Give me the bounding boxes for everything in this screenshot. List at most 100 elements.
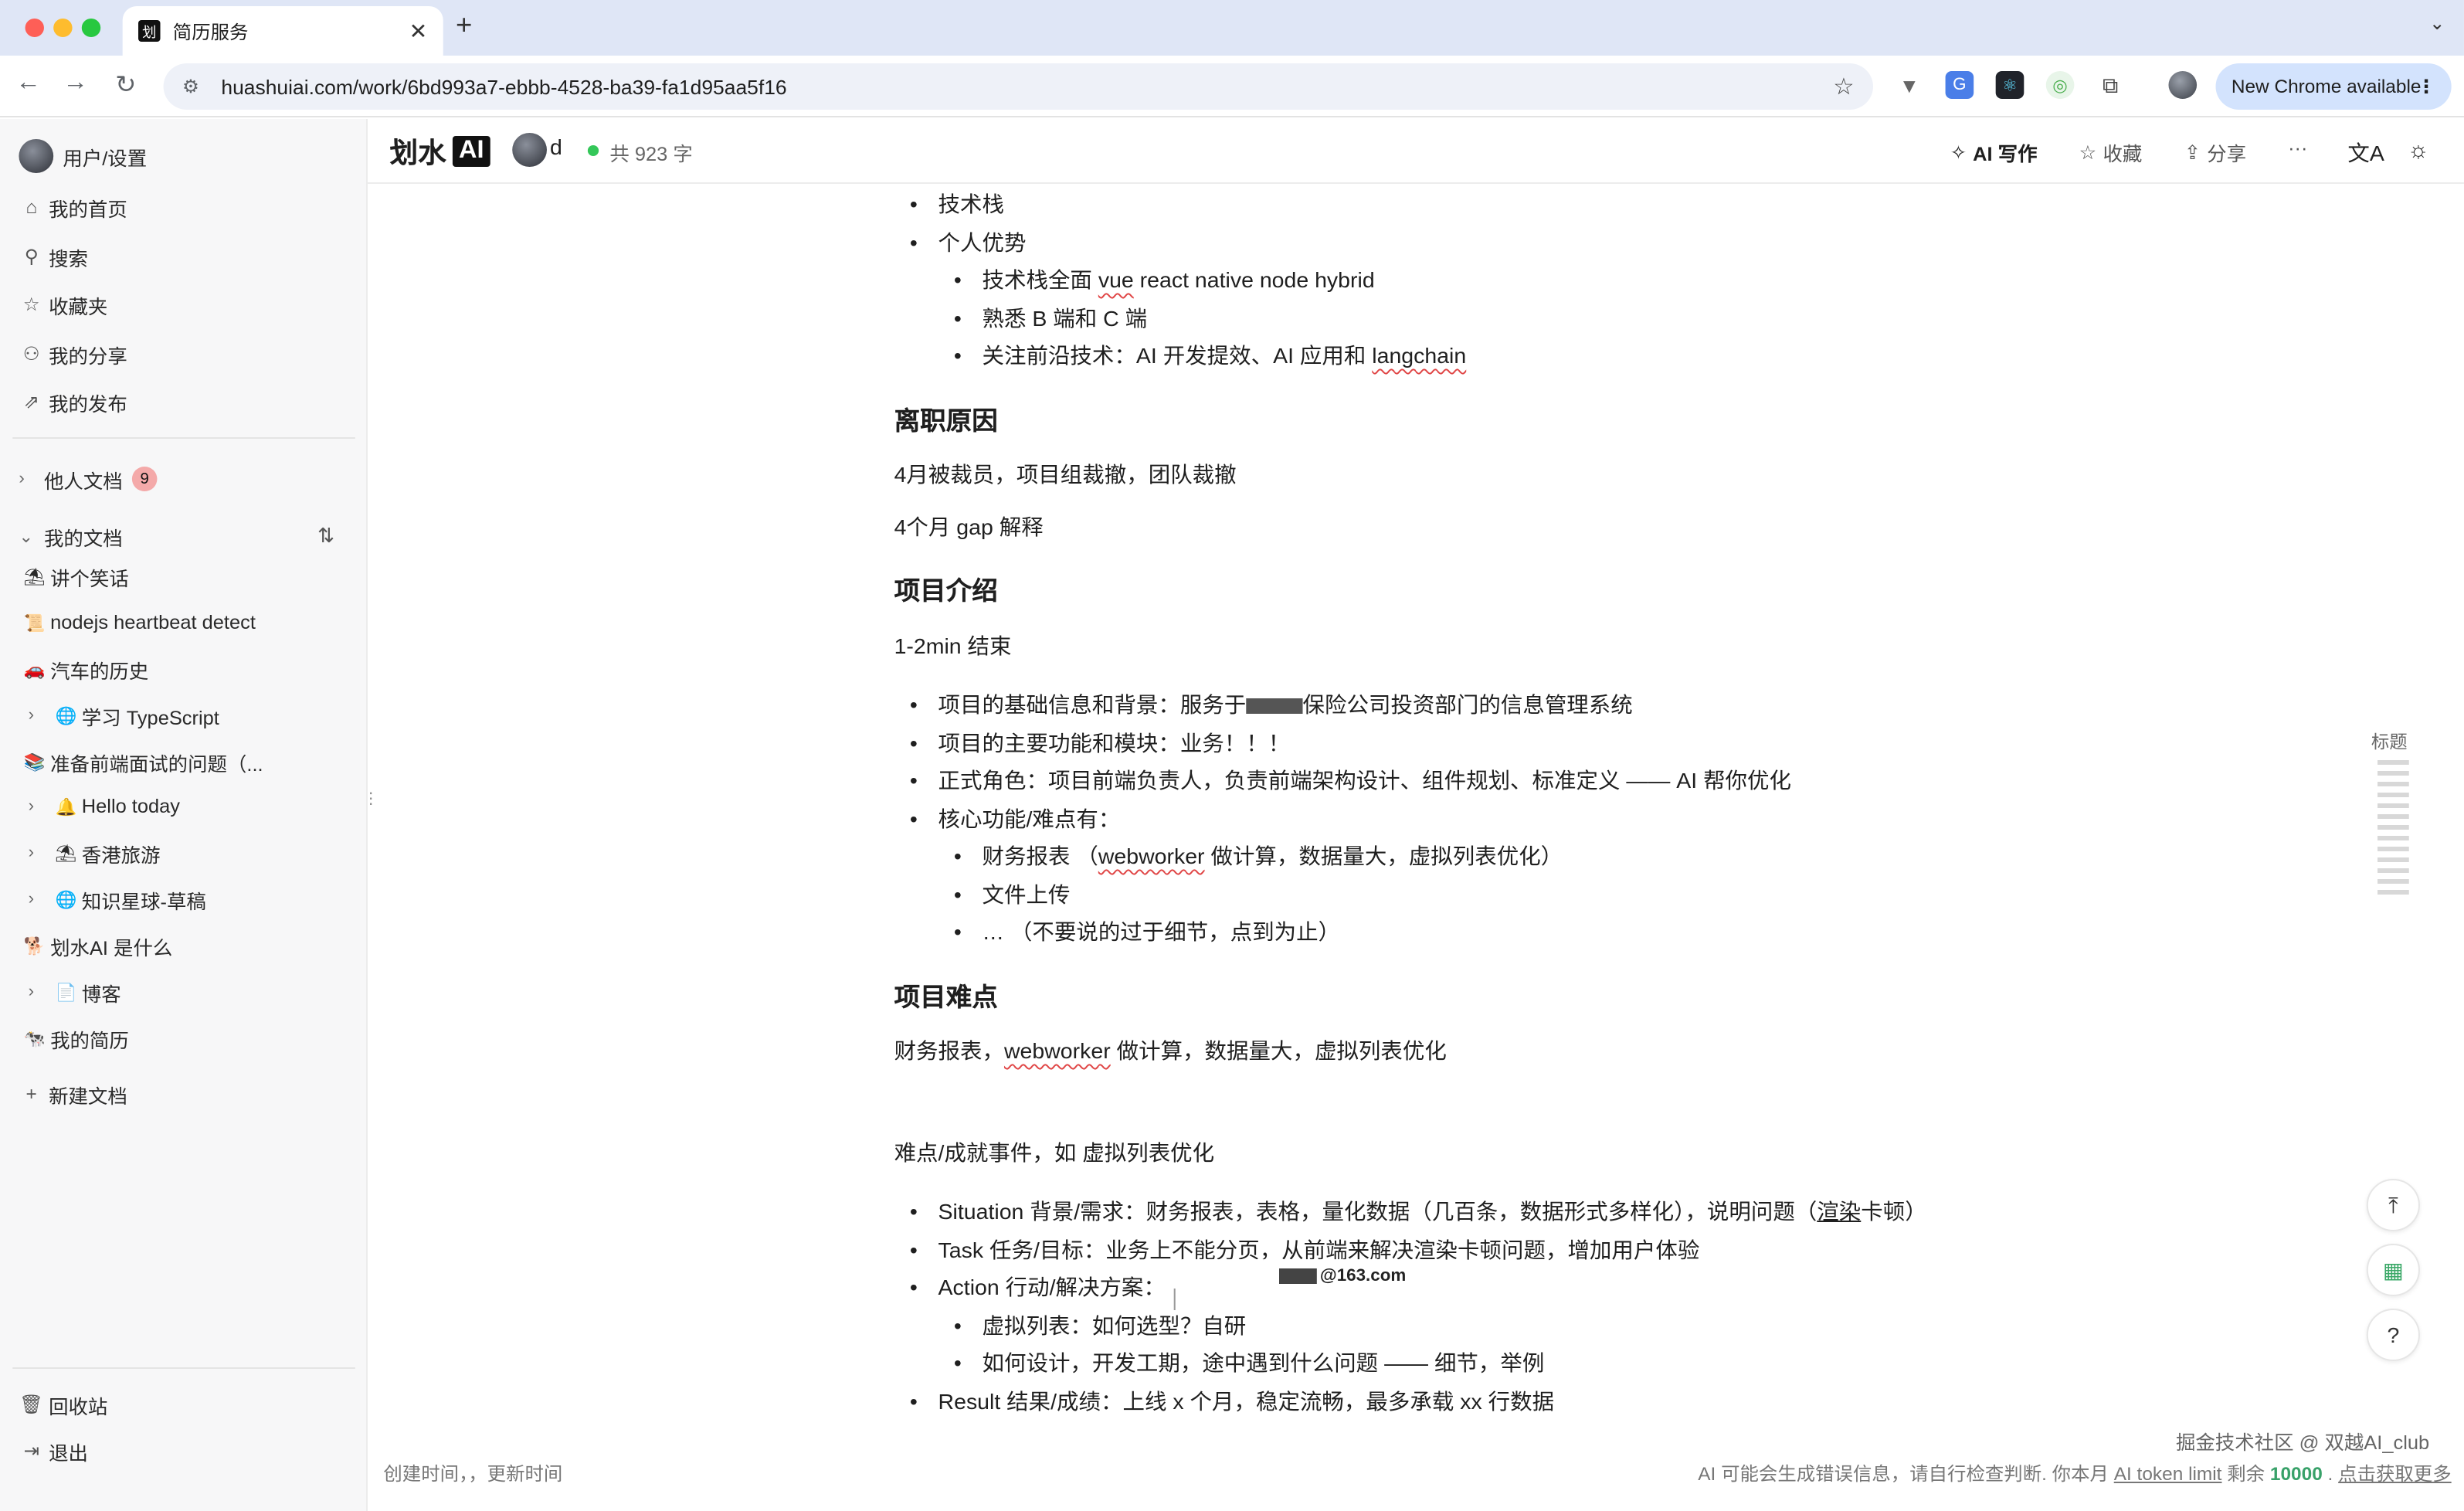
doc-item[interactable]: 🐄 我的简历 bbox=[22, 1021, 129, 1055]
paragraph: 1-2min 结束 bbox=[894, 633, 1012, 657]
new-doc-button[interactable]: + 新建文档 bbox=[19, 1077, 127, 1111]
sidebar-item-shares[interactable]: ⚇ 我的分享 bbox=[19, 337, 127, 371]
minimize-window-button[interactable] bbox=[53, 19, 73, 37]
chevron-right-icon[interactable]: › bbox=[29, 890, 47, 908]
more-button[interactable]: ··· bbox=[2288, 138, 2307, 159]
document-body[interactable]: 技术栈 个人优势 技术栈全面 vue react native node hyb… bbox=[894, 185, 2309, 1420]
bookmark-star-icon[interactable]: ☆ bbox=[1833, 73, 1854, 100]
doc-item[interactable]: 📚 准备前端面试的问题（... bbox=[22, 745, 263, 779]
doc-item[interactable]: 🚗 汽车的历史 bbox=[22, 652, 148, 686]
translate-extension-icon[interactable]: G bbox=[1945, 71, 1974, 99]
favorite-button[interactable]: ☆ 收藏 bbox=[2079, 138, 2143, 167]
site-info-icon[interactable]: ⚙ bbox=[182, 76, 199, 97]
toc-bar[interactable] bbox=[2377, 814, 2409, 819]
sidebar-resize-handle[interactable]: ⋮ bbox=[363, 791, 378, 808]
toc-bar[interactable] bbox=[2377, 825, 2409, 830]
theme-toggle-icon[interactable]: ☼ bbox=[2408, 138, 2429, 164]
avatar[interactable] bbox=[512, 133, 547, 167]
sort-icon[interactable]: ⇅ bbox=[317, 524, 334, 548]
toc-bar[interactable] bbox=[2377, 836, 2409, 840]
chrome-menu-icon[interactable]: ⋮ bbox=[2417, 76, 2435, 97]
token-limit-link[interactable]: AI token limit bbox=[2114, 1463, 2222, 1485]
text-cursor bbox=[1173, 1289, 1176, 1310]
scroll-to-top-button[interactable]: ⤒ bbox=[2366, 1179, 2420, 1231]
share-button[interactable]: ⇪ 分享 bbox=[2184, 138, 2246, 167]
get-more-link[interactable]: 点击获取更多 bbox=[2338, 1463, 2452, 1485]
chevron-right-icon[interactable]: › bbox=[29, 983, 47, 1001]
spellcheck-word: vue bbox=[1098, 267, 1134, 292]
toc-bar[interactable] bbox=[2377, 890, 2409, 895]
close-window-button[interactable] bbox=[25, 19, 44, 37]
doc-item[interactable]: › 🌐 知识星球-草稿 bbox=[29, 882, 206, 916]
toc-bar[interactable] bbox=[2377, 760, 2409, 765]
user-settings-label: 用户/设置 bbox=[63, 148, 148, 169]
sidebar-item-my-docs[interactable]: ⌄ 我的文档 bbox=[19, 519, 122, 553]
toc-bar[interactable] bbox=[2377, 879, 2409, 884]
logo-ai: AI bbox=[452, 136, 490, 167]
react-devtools-icon[interactable]: ⚛ bbox=[1995, 71, 2024, 99]
doc-item[interactable]: 🐕 划水AI 是什么 bbox=[22, 929, 173, 963]
toc-bar[interactable] bbox=[2377, 793, 2409, 797]
address-bar[interactable]: ⚙ huashuiai.com/work/6bd993a7-ebbb-4528-… bbox=[163, 63, 1874, 110]
vue-devtools-icon[interactable]: ▼ bbox=[1895, 71, 1923, 99]
toc-bar[interactable] bbox=[2377, 771, 2409, 776]
text: 保险公司投资部门的信息管理系统 bbox=[1302, 692, 1633, 717]
doc-item[interactable]: › 📄 博客 bbox=[29, 975, 121, 1009]
toc-bar[interactable] bbox=[2377, 782, 2409, 786]
count-badge: 9 bbox=[131, 467, 158, 491]
user-settings[interactable]: 用户/设置 bbox=[19, 139, 147, 173]
toc-bar[interactable] bbox=[2377, 847, 2409, 851]
doc-item-label: nodejs heartbeat detect bbox=[50, 612, 256, 633]
maximize-window-button[interactable] bbox=[81, 19, 101, 37]
list-item: 个人优势 bbox=[894, 223, 2309, 261]
text: 项目的基础信息和背景：服务于 bbox=[938, 692, 1247, 717]
magic-wand-icon: ✧ bbox=[1950, 142, 1967, 164]
forward-arrow-icon[interactable]: → bbox=[59, 70, 91, 97]
doc-item-label: Hello today bbox=[81, 796, 181, 817]
logout-button[interactable]: ⇥ 退出 bbox=[19, 1434, 88, 1468]
new-tab-button[interactable]: + bbox=[456, 9, 472, 42]
text: . bbox=[2322, 1463, 2339, 1485]
toc-bar[interactable] bbox=[2377, 803, 2409, 808]
chevron-right-icon[interactable]: › bbox=[29, 706, 47, 725]
sidebar-item-others-docs[interactable]: › 他人文档 9 bbox=[19, 462, 158, 496]
qr-code-button[interactable]: ▦ bbox=[2366, 1244, 2420, 1296]
doc-item[interactable]: ⛱ 讲个笑话 bbox=[22, 559, 129, 593]
close-tab-icon[interactable]: ✕ bbox=[409, 18, 427, 44]
doc-item[interactable]: › ⛱ 香港旅游 bbox=[29, 836, 161, 870]
ai-write-button[interactable]: ✧ AI 写作 bbox=[1950, 138, 2038, 167]
list-item: 财务报表 （webworker 做计算，数据量大，虚拟列表优化） bbox=[894, 837, 2309, 875]
heading-project-difficulty: 项目难点 bbox=[894, 983, 998, 1011]
reload-icon[interactable]: ↻ bbox=[110, 70, 141, 100]
trash-button[interactable]: 🗑 回收站 bbox=[19, 1387, 107, 1421]
new-chrome-available-button[interactable]: New Chrome available ⋮ bbox=[2215, 63, 2452, 110]
list-item: 技术栈全面 vue react native node hybrid bbox=[894, 261, 2309, 299]
toc-bar[interactable] bbox=[2377, 857, 2409, 862]
sidebar-item-home[interactable]: ⌂ 我的首页 bbox=[19, 190, 127, 224]
doc-emoji-icon: ⛱ bbox=[55, 844, 77, 863]
doc-item-label: 我的简历 bbox=[50, 1030, 129, 1051]
sidebar-item-search[interactable]: ⚲ 搜索 bbox=[19, 239, 88, 273]
doc-item[interactable]: › 🔔 Hello today bbox=[29, 789, 180, 823]
extension-icon[interactable]: ◎ bbox=[2045, 71, 2075, 99]
sidebar-item-publish[interactable]: ⇗ 我的发布 bbox=[19, 385, 127, 419]
text: AI 可能会生成错误信息，请自行检查判断. 你本月 bbox=[1698, 1463, 2114, 1485]
back-arrow-icon[interactable]: ← bbox=[12, 70, 44, 97]
help-button[interactable]: ? bbox=[2366, 1309, 2420, 1361]
profile-avatar[interactable] bbox=[2168, 71, 2198, 99]
toc-minimap[interactable] bbox=[2377, 760, 2409, 901]
doc-item[interactable]: › 🌐 学习 TypeScript bbox=[29, 698, 219, 732]
browser-tab[interactable]: 划 简历服务 ✕ bbox=[122, 6, 443, 56]
favorite-label: 收藏 bbox=[2103, 144, 2143, 165]
doc-item-label: 学习 TypeScript bbox=[81, 707, 219, 728]
chevron-right-icon[interactable]: › bbox=[29, 797, 47, 816]
translate-icon[interactable]: 文A bbox=[2347, 138, 2384, 168]
sidebar-item-favorites[interactable]: ☆ 收藏夹 bbox=[19, 287, 108, 321]
chevron-right-icon[interactable]: › bbox=[29, 844, 47, 862]
app-logo[interactable]: 划水 AI bbox=[390, 131, 490, 171]
app-header: 划水 AI d 共 923 字 ✧ AI 写作 ☆ 收藏 ⇪ 分享 ··· 文A… bbox=[368, 119, 2464, 184]
tab-search-chevron-icon[interactable]: ⌄ bbox=[2429, 12, 2445, 34]
doc-item[interactable]: 📜 nodejs heartbeat detect bbox=[22, 606, 256, 640]
extensions-puzzle-icon[interactable]: ⧉ bbox=[2096, 71, 2125, 99]
toc-bar[interactable] bbox=[2377, 868, 2409, 873]
